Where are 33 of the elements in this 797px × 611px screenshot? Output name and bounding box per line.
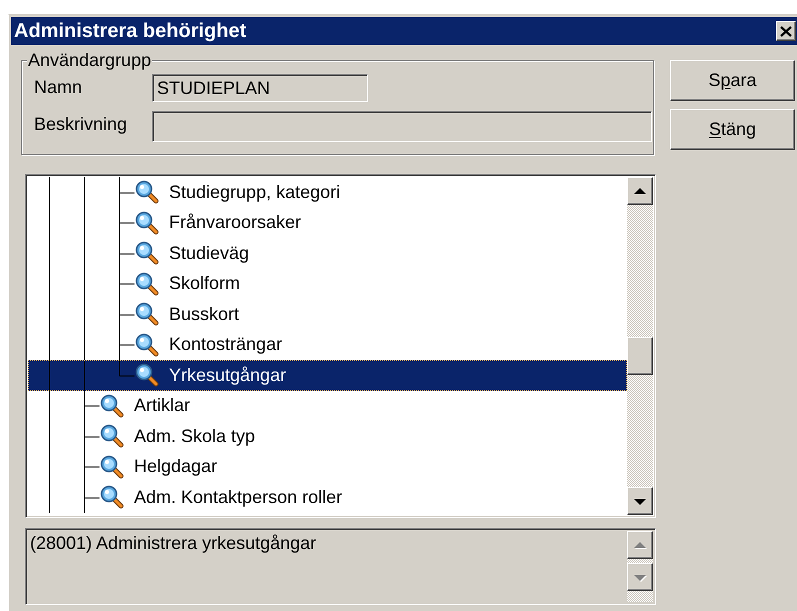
magnifier-icon <box>135 241 159 266</box>
magnifier-icon <box>135 272 159 296</box>
tree-item[interactable]: Artiklar <box>28 390 627 421</box>
close-dialog-button[interactable]: Stäng <box>670 109 795 150</box>
group-legend: Användargrupp <box>27 51 152 69</box>
scrollbar-thumb[interactable] <box>627 337 653 375</box>
magnifier-icon <box>100 454 124 479</box>
scroll-up-button[interactable] <box>627 177 653 205</box>
magnifier-icon <box>135 302 159 326</box>
tree-item[interactable]: Adm. Skola typ <box>28 421 627 452</box>
tree-item[interactable]: Adm. Kontaktperson roller <box>28 482 627 512</box>
close-icon <box>780 26 792 36</box>
magnifier-icon <box>135 180 159 204</box>
description-text: (28001) Administrera yrkesutgångar <box>29 532 318 555</box>
scroll-down-button[interactable] <box>627 487 653 515</box>
close-button[interactable] <box>776 21 796 41</box>
magnifier-icon <box>100 424 124 448</box>
magnifier-icon <box>100 485 124 510</box>
field-label: Beskrivning <box>34 113 128 136</box>
magnifier-icon <box>135 363 159 388</box>
tree-item[interactable]: Yrkesutgångar <box>28 360 627 390</box>
magnifier-icon <box>135 332 159 357</box>
magnifier-icon <box>135 210 159 235</box>
tree-item[interactable]: Studiegrupp, kategori <box>28 177 627 208</box>
magnifier-icon <box>100 394 124 418</box>
window-title: Administrera behörighet <box>14 20 246 42</box>
tree-item[interactable]: Studieväg <box>28 238 627 268</box>
field-label: Namn <box>34 76 84 99</box>
tree-item[interactable]: Skolform <box>28 268 627 299</box>
tree-item[interactable]: Busskort <box>28 299 627 330</box>
tree-item[interactable]: Helgdagar <box>28 452 627 482</box>
save-button[interactable]: Spara <box>670 60 795 101</box>
tree-item[interactable]: Frånvaroorsaker <box>28 208 627 238</box>
